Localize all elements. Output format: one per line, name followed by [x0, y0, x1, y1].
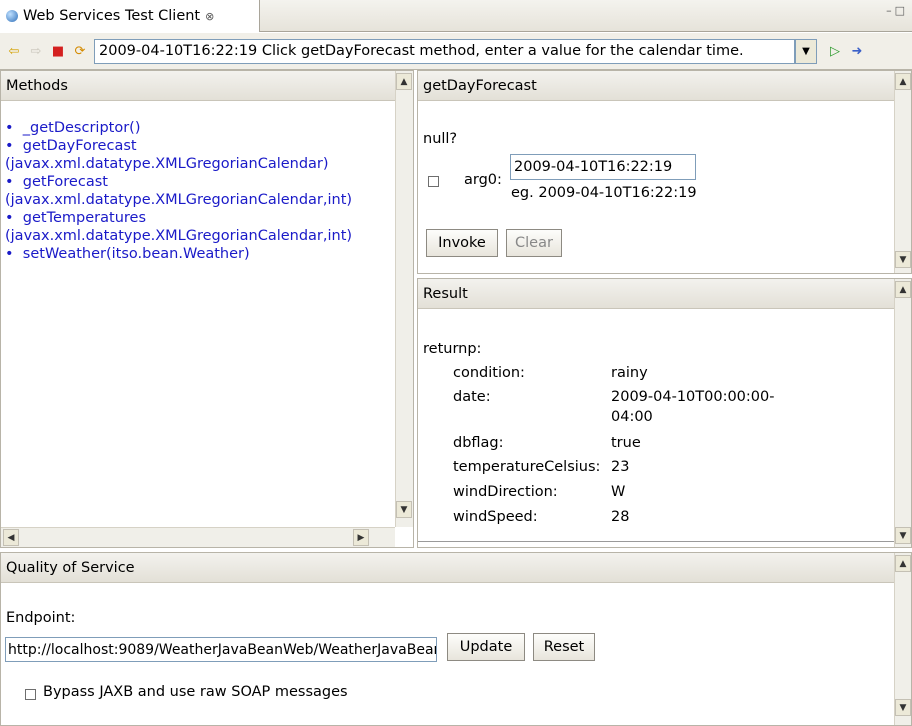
method-signature[interactable]: (javax.xml.datatype.XMLGregorianCalendar…	[5, 155, 409, 173]
null-checkbox[interactable]	[428, 176, 439, 187]
globe-icon	[6, 10, 18, 22]
methods-vertical-scrollbar[interactable]: ▲ ▼	[395, 71, 413, 527]
close-tab-icon[interactable]: ⊗	[205, 10, 214, 23]
back-arrow-icon[interactable]: ⇦	[6, 44, 22, 59]
method-item[interactable]: • setWeather(itso.bean.Weather)	[5, 245, 409, 263]
chevron-down-icon[interactable]: ▼	[795, 38, 817, 64]
scroll-down-icon[interactable]: ▼	[895, 251, 911, 268]
status-text: 2009-04-10T16:22:19 Click getDayForecast…	[99, 43, 744, 59]
invoke-header: getDayForecast	[418, 71, 911, 101]
window-controls[interactable]: –□	[886, 4, 908, 17]
toolbar: ⇦ ⇨ ■ ⟳ 2009-04-10T16:22:19 Click getDay…	[0, 33, 912, 70]
methods-pane: Methods • _getDescriptor() • getDayForec…	[0, 70, 414, 548]
result-key: temperatureCelsius:	[453, 459, 601, 475]
arg0-example: eg. 2009-04-10T16:22:19	[511, 185, 697, 201]
open-in-browser-icon[interactable]: ➜	[849, 44, 865, 59]
result-value: W	[611, 484, 626, 500]
method-item[interactable]: • getDayForecast	[5, 137, 409, 155]
bypass-jaxb-label: Bypass JAXB and use raw SOAP messages	[43, 684, 348, 700]
arg0-input[interactable]	[510, 154, 696, 180]
null-label: null?	[423, 131, 458, 147]
endpoint-label: Endpoint:	[6, 610, 76, 626]
method-item[interactable]: • getForecast	[5, 173, 409, 191]
result-vertical-scrollbar[interactable]: ▲ ▼	[894, 279, 911, 547]
result-pane: Result returnp: condition: rainy date: 2…	[417, 278, 912, 548]
method-item[interactable]: • getTemperatures	[5, 209, 409, 227]
method-signature[interactable]: (javax.xml.datatype.XMLGregorianCalendar…	[5, 227, 409, 245]
scroll-down-icon[interactable]: ▼	[895, 527, 911, 544]
result-key: condition:	[453, 365, 525, 381]
scroll-up-icon[interactable]: ▲	[895, 555, 911, 572]
invoke-button[interactable]: Invoke	[426, 229, 498, 257]
invoke-pane: getDayForecast null? arg0: eg. 2009-04-1…	[417, 70, 912, 274]
result-key: date:	[453, 389, 491, 405]
result-root: returnp:	[423, 341, 482, 357]
minimize-icon[interactable]: –	[886, 4, 895, 17]
result-value: 23	[611, 459, 630, 475]
maximize-icon[interactable]: □	[895, 4, 908, 17]
result-key: dbflag:	[453, 435, 504, 451]
stop-icon[interactable]: ■	[50, 44, 66, 59]
endpoint-input[interactable]	[5, 637, 437, 662]
scroll-up-icon[interactable]: ▲	[895, 281, 911, 298]
result-value: 04:00	[611, 409, 653, 425]
scroll-up-icon[interactable]: ▲	[396, 73, 412, 90]
update-button[interactable]: Update	[447, 633, 525, 661]
result-key: windDirection:	[453, 484, 558, 500]
scroll-right-icon[interactable]: ▶	[353, 529, 369, 546]
tab-title: Web Services Test Client	[23, 8, 201, 24]
result-header: Result	[418, 279, 911, 309]
status-combo[interactable]: 2009-04-10T16:22:19 Click getDayForecast…	[94, 38, 795, 64]
method-signature[interactable]: (javax.xml.datatype.XMLGregorianCalendar…	[5, 191, 409, 209]
scroll-down-icon[interactable]: ▼	[895, 699, 911, 716]
invoke-vertical-scrollbar[interactable]: ▲ ▼	[894, 71, 911, 273]
result-value: true	[611, 435, 641, 451]
tab-web-services-test-client[interactable]: Web Services Test Client ⊗	[0, 0, 260, 32]
refresh-icon[interactable]: ⟳	[72, 44, 88, 59]
editor-titlebar: Web Services Test Client ⊗ –□	[0, 0, 912, 32]
scroll-left-icon[interactable]: ◀	[3, 529, 19, 546]
qos-vertical-scrollbar[interactable]: ▲ ▼	[894, 553, 911, 725]
qos-header: Quality of Service	[1, 553, 911, 583]
result-value: rainy	[611, 365, 648, 381]
reset-button[interactable]: Reset	[533, 633, 595, 661]
go-icon[interactable]: ▷	[827, 44, 843, 59]
method-item[interactable]: • _getDescriptor()	[5, 119, 409, 137]
forward-arrow-icon[interactable]: ⇨	[28, 44, 44, 59]
methods-list: • _getDescriptor() • getDayForecast (jav…	[1, 101, 413, 263]
methods-horizontal-scrollbar[interactable]: ◀ ▶	[1, 527, 395, 547]
result-divider	[418, 541, 896, 542]
scroll-up-icon[interactable]: ▲	[895, 73, 911, 90]
result-key: windSpeed:	[453, 509, 538, 525]
bypass-jaxb-checkbox[interactable]	[25, 689, 36, 700]
clear-button[interactable]: Clear	[506, 229, 562, 257]
result-value: 28	[611, 509, 630, 525]
arg0-label: arg0:	[464, 172, 502, 188]
result-value: 2009-04-10T00:00:00-	[611, 389, 775, 405]
methods-header: Methods	[1, 71, 413, 101]
scroll-down-icon[interactable]: ▼	[396, 501, 412, 518]
qos-pane: Quality of Service Endpoint: Update Rese…	[0, 552, 912, 726]
